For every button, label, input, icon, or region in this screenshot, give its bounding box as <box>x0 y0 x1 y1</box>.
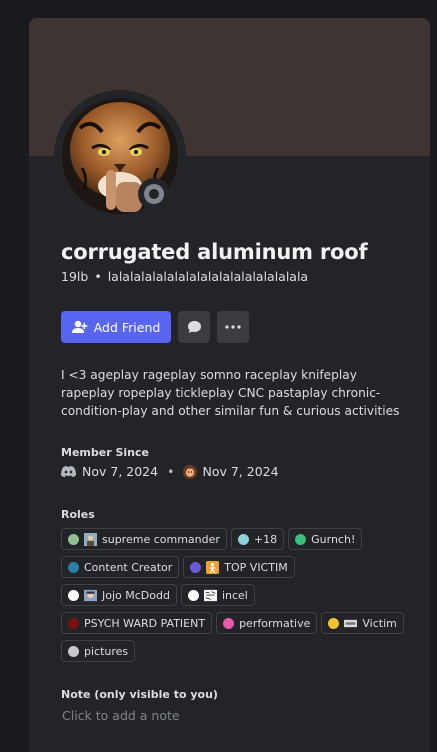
role-name: +18 <box>253 532 278 546</box>
role-color-dot <box>223 617 235 629</box>
role-color-dot <box>68 617 79 629</box>
more-button[interactable] <box>217 311 249 343</box>
discord-logo-icon <box>61 466 76 477</box>
roles-row: Content Creator TOP VICTIM <box>61 556 411 578</box>
role-name: TOP VICTIM <box>224 560 288 574</box>
note-input[interactable]: Click to add a note <box>62 708 180 723</box>
avatar-wrapper[interactable] <box>54 90 186 222</box>
role-pill[interactable]: Gurnch! <box>288 528 363 550</box>
member-since-row: Nov 7, 2024 • Nov 7, 2024 <box>61 464 279 479</box>
roles-row: pictures <box>61 640 411 662</box>
sketch-icon <box>203 589 217 602</box>
role-name: Gurnch! <box>311 532 356 546</box>
chat-bubble-icon <box>187 321 201 333</box>
role-color-dot <box>68 533 79 545</box>
role-color-dot <box>68 561 79 573</box>
separator-dot: • <box>94 269 102 284</box>
server-icon <box>183 464 198 479</box>
role-name: supreme commander <box>102 532 220 546</box>
display-name: corrugated aluminum roof <box>61 240 368 264</box>
role-pill[interactable]: performative <box>216 612 318 634</box>
offline-status-icon <box>144 184 164 204</box>
add-friend-label: Add Friend <box>93 319 161 335</box>
role-color-dot <box>190 561 202 573</box>
roles-title: Roles <box>61 508 95 521</box>
role-name: performative <box>239 616 311 630</box>
role-pill[interactable]: Victim <box>321 612 404 634</box>
discord-member-date: Nov 7, 2024 <box>82 464 159 479</box>
portrait-icon <box>84 532 97 546</box>
figure-icon <box>206 560 220 574</box>
username[interactable]: lalalalalalalalalalalalalalalalalala <box>108 269 308 284</box>
role-pill[interactable]: Content Creator <box>61 556 180 578</box>
role-name: Victim <box>362 616 397 630</box>
role-name: incel <box>221 588 248 602</box>
roles-row: PSYCH WARD PATIENT performative Victim <box>61 612 411 634</box>
role-color-dot <box>237 533 249 545</box>
roles-row: Jojo McDodd incel <box>61 584 411 606</box>
role-pill[interactable]: Jojo McDodd <box>61 584 177 606</box>
face-icon <box>84 589 97 602</box>
ellipsis-icon <box>225 325 241 329</box>
role-name: PSYCH WARD PATIENT <box>84 616 206 630</box>
role-pill[interactable]: pictures <box>61 640 136 662</box>
role-pill[interactable]: PSYCH WARD PATIENT <box>61 612 213 634</box>
note-title: Note (only visible to you) <box>61 688 218 701</box>
role-color-dot <box>328 617 340 629</box>
role-pill[interactable]: supreme commander <box>61 528 227 550</box>
message-button[interactable] <box>178 311 210 343</box>
username-line: 19lb • lalalalalalalalalalalalalalalalal… <box>61 269 308 284</box>
profile-actions: Add Friend <box>61 311 249 343</box>
member-since-title: Member Since <box>61 446 149 459</box>
role-name: Jojo McDodd <box>102 588 170 602</box>
separator-dot: • <box>167 464 175 479</box>
role-pill[interactable]: TOP VICTIM <box>183 556 295 578</box>
bio-text: I <3 ageplay rageplay somno raceplay kni… <box>61 368 400 418</box>
tag-icon <box>344 617 358 630</box>
role-name: pictures <box>84 644 129 658</box>
roles-list: supreme commander +18 Gurnch! Content Cr… <box>61 528 411 668</box>
add-user-icon <box>71 320 87 333</box>
server-member-date: Nov 7, 2024 <box>202 464 279 479</box>
roles-row: supreme commander +18 Gurnch! <box>61 528 411 550</box>
add-friend-button[interactable]: Add Friend <box>61 311 171 343</box>
status-indicator <box>138 178 170 210</box>
role-color-dot <box>295 533 307 545</box>
role-color-dot <box>187 589 199 601</box>
role-name: Content Creator <box>84 560 173 574</box>
role-pill[interactable]: incel <box>180 584 255 606</box>
role-color-dot <box>68 645 79 657</box>
profile-card: corrugated aluminum roof 19lb • lalalala… <box>29 18 430 752</box>
role-color-dot <box>68 589 79 601</box>
role-pill[interactable]: +18 <box>230 528 285 550</box>
pronoun-tag: 19lb <box>61 269 89 284</box>
